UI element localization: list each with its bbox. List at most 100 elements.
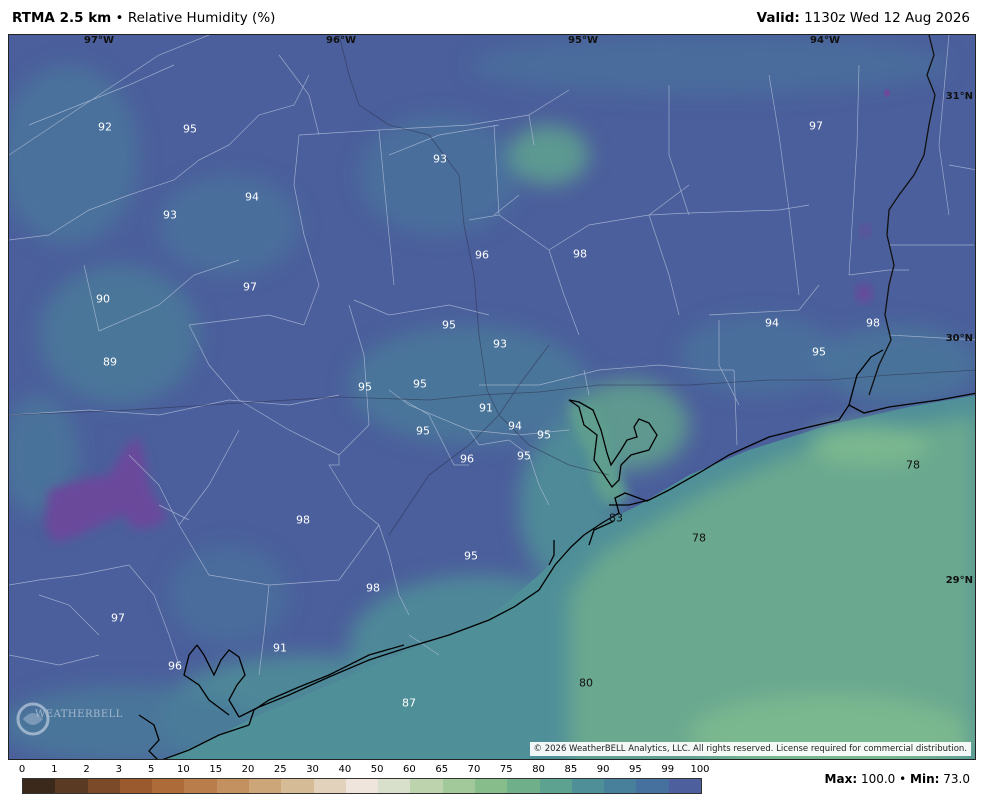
latitude-label: 29°N [945,575,973,586]
legend-tick-label: 5 [147,764,155,775]
legend-color-swatch [281,779,314,793]
humidity-value-label: 93 [433,152,447,166]
longitude-label: 94°W [810,35,840,46]
humidity-value-label: 96 [475,248,489,262]
copyright-notice: © 2026 WeatherBELL Analytics, LLC. All r… [529,742,971,756]
legend-tick-label: 70 [467,764,481,775]
legend-color-swatch [636,779,669,793]
humidity-value-label: 78 [906,458,920,472]
humidity-value-label: 96 [460,452,474,466]
legend-color-bar [22,778,702,794]
legend-tick-label: 3 [115,764,123,775]
humidity-value-label: 94 [765,316,779,330]
longitude-label: 96°W [326,35,356,46]
humidity-value-label: 95 [537,428,551,442]
legend-color-swatch [571,779,605,793]
legend-tick-label: 15 [209,764,223,775]
humidity-value-label: 95 [358,380,372,394]
legend-tick-label: 60 [403,764,416,775]
humidity-value-label: 83 [609,511,623,525]
legend-tick-label: 85 [564,764,578,775]
legend-tick-label: 99 [661,764,675,775]
humidity-value-label: 95 [517,449,531,463]
humidity-value-label: 80 [579,676,593,690]
humidity-value-label: 98 [573,247,587,261]
color-legend: 0 1 2 3 5 10 15 20 25 30 40 50 60 65 70 75 80 85 90 95 99 100 [18,764,710,796]
legend-color-swatch [248,779,282,793]
legend-tick-label: 75 [499,764,513,775]
legend-tick-label: 1 [51,764,58,775]
map-canvas [9,35,975,759]
humidity-value-label: 96 [168,659,182,673]
humidity-value-label: 95 [442,318,456,332]
legend-tick-label: 2 [83,764,90,775]
valid-label: Valid: [756,10,800,26]
legend-color-swatch [184,779,217,793]
humidity-value-label: 91 [273,641,287,655]
legend-color-swatch [604,779,637,793]
legend-color-swatch [87,779,120,793]
humidity-value-label: 98 [866,316,880,330]
legend-tick-label: 25 [273,764,287,775]
product-name: RTMA 2.5 km [12,10,112,26]
legend-tick-label: 100 [690,764,710,775]
weatherbell-logo: WEATHERBELL [15,701,122,737]
legend-tick-label: 40 [338,764,352,775]
valid-time-value: 1130z Wed 12 Aug 2026 [804,10,970,26]
humidity-value-label: 97 [111,611,125,625]
valid-time: Valid: 1130z Wed 12 Aug 2026 [757,10,970,26]
legend-color-swatch [442,779,475,793]
legend-tick-label: 0 [18,764,26,775]
humidity-value-label: 93 [163,208,177,222]
legend-color-swatch [474,779,508,793]
legend-color-swatch [507,779,540,793]
legend-tick-label: 50 [370,764,384,775]
max-min-stats: Max: 100.0 • Min: 73.0 [825,772,970,786]
legend-tick-label: 30 [306,764,319,775]
logo-text: WEATHERBELL [35,709,123,720]
longitude-label: 97°W [84,35,114,46]
humidity-value-label: 97 [809,119,823,133]
humidity-value-label: 93 [493,337,507,351]
humidity-value-label: 95 [464,549,478,563]
legend-tick-label: 80 [532,764,545,775]
humidity-value-label: 94 [245,190,259,204]
legend-color-swatch [539,779,572,793]
legend-color-swatch [216,779,249,793]
legend-tick-label: 65 [435,764,449,775]
field-name: Relative Humidity (%) [127,10,276,26]
max-value: 100.0 [860,772,896,786]
humidity-value-label: 95 [183,122,197,136]
humidity-value-label: 94 [508,419,522,433]
legend-color-swatch [345,779,379,793]
legend-color-swatch [23,779,56,793]
legend-color-swatch [410,779,443,793]
min-label: Min: [910,772,940,786]
latitude-label: 30°N [945,333,973,344]
humidity-value-label: 78 [692,531,706,545]
legend-tick-label: 95 [629,764,642,775]
humidity-value-label: 87 [402,696,416,710]
title-bullet: • [115,10,124,26]
min-value: 73.0 [943,772,970,786]
legend-labels: 0 1 2 3 5 10 15 20 25 30 40 50 60 65 70 75 80 85 90 95 99 100 [18,764,710,778]
humidity-value-label: 95 [416,424,430,438]
humidity-value-label: 89 [103,355,117,369]
header: RTMA 2.5 km • Relative Humidity (%) Vali… [0,0,984,34]
humidity-value-label: 91 [479,401,493,415]
latitude-label: 31°N [945,91,973,102]
stats-bullet: • [899,772,907,786]
legend-tick-label: 90 [596,764,610,775]
max-label: Max: [824,772,858,786]
humidity-value-label: 98 [366,581,380,595]
humidity-value-label: 98 [296,513,310,527]
product-title: RTMA 2.5 km • Relative Humidity (%) [12,10,275,26]
humidity-value-label: 92 [98,120,112,134]
humidity-map[interactable]: WEATHERBELL © 2026 WeatherBELL Analytics… [8,34,976,760]
humidity-value-label: 95 [812,345,826,359]
legend-color-swatch [55,779,88,793]
humidity-value-label: 90 [96,292,110,306]
humidity-value-label: 97 [243,280,257,294]
legend-color-swatch [313,779,346,793]
legend-color-swatch [378,779,411,793]
